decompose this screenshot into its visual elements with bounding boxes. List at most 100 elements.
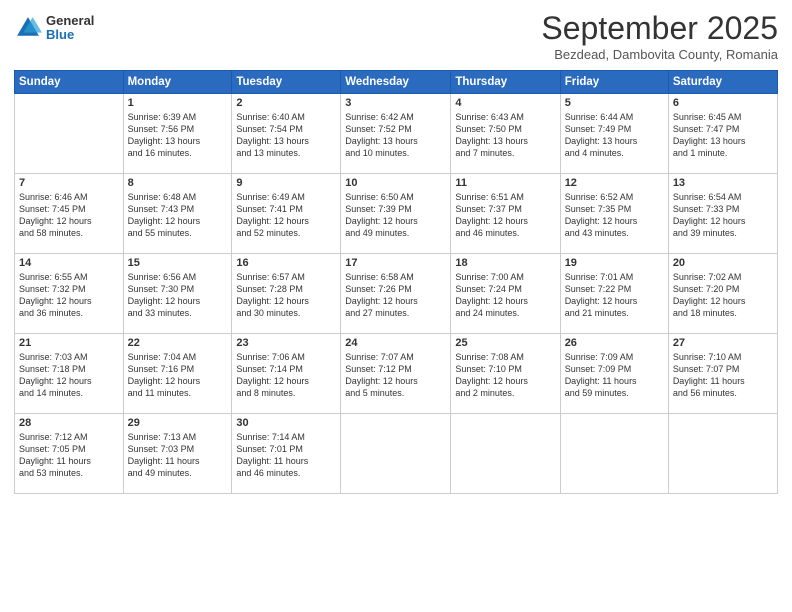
day-info: Sunrise: 6:48 AM Sunset: 7:43 PM Dayligh… bbox=[128, 191, 228, 240]
col-wednesday: Wednesday bbox=[341, 71, 451, 94]
table-row: 11 Sunrise: 6:51 AM Sunset: 7:37 PM Dayli… bbox=[451, 174, 560, 254]
day-info: Sunrise: 6:54 AM Sunset: 7:33 PM Dayligh… bbox=[673, 191, 773, 240]
table-row: 30 Sunrise: 7:14 AM Sunset: 7:01 PM Dayli… bbox=[232, 414, 341, 494]
day-info: Sunrise: 7:01 AM Sunset: 7:22 PM Dayligh… bbox=[565, 271, 664, 320]
day-info: Sunrise: 6:49 AM Sunset: 7:41 PM Dayligh… bbox=[236, 191, 336, 240]
logo: General Blue bbox=[14, 14, 94, 43]
day-number: 17 bbox=[345, 257, 446, 269]
table-row: 1 Sunrise: 6:39 AM Sunset: 7:56 PM Daylig… bbox=[123, 94, 232, 174]
calendar-week-row: 1 Sunrise: 6:39 AM Sunset: 7:56 PM Daylig… bbox=[15, 94, 778, 174]
day-number: 9 bbox=[236, 177, 336, 189]
logo-blue-text: Blue bbox=[46, 28, 94, 42]
day-number: 25 bbox=[455, 337, 555, 349]
calendar-table: Sunday Monday Tuesday Wednesday Thursday… bbox=[14, 70, 778, 494]
table-row: 5 Sunrise: 6:44 AM Sunset: 7:49 PM Daylig… bbox=[560, 94, 668, 174]
col-saturday: Saturday bbox=[668, 71, 777, 94]
day-info: Sunrise: 6:44 AM Sunset: 7:49 PM Dayligh… bbox=[565, 111, 664, 160]
day-info: Sunrise: 6:39 AM Sunset: 7:56 PM Dayligh… bbox=[128, 111, 228, 160]
day-number: 27 bbox=[673, 337, 773, 349]
day-number: 29 bbox=[128, 417, 228, 429]
day-info: Sunrise: 6:56 AM Sunset: 7:30 PM Dayligh… bbox=[128, 271, 228, 320]
day-info: Sunrise: 7:13 AM Sunset: 7:03 PM Dayligh… bbox=[128, 431, 228, 480]
logo-icon bbox=[14, 14, 42, 42]
day-info: Sunrise: 7:00 AM Sunset: 7:24 PM Dayligh… bbox=[455, 271, 555, 320]
table-row: 10 Sunrise: 6:50 AM Sunset: 7:39 PM Dayli… bbox=[341, 174, 451, 254]
table-row: 22 Sunrise: 7:04 AM Sunset: 7:16 PM Dayli… bbox=[123, 334, 232, 414]
table-row: 26 Sunrise: 7:09 AM Sunset: 7:09 PM Dayli… bbox=[560, 334, 668, 414]
table-row: 29 Sunrise: 7:13 AM Sunset: 7:03 PM Dayli… bbox=[123, 414, 232, 494]
table-row: 18Sunrise: 7:00 AM Sunset: 7:24 PM Dayli… bbox=[451, 254, 560, 334]
table-row: 24 Sunrise: 7:07 AM Sunset: 7:12 PM Dayli… bbox=[341, 334, 451, 414]
day-number: 24 bbox=[345, 337, 446, 349]
day-number: 2 bbox=[236, 97, 336, 109]
table-row bbox=[341, 414, 451, 494]
calendar-week-row: 14Sunrise: 6:55 AM Sunset: 7:32 PM Dayli… bbox=[15, 254, 778, 334]
day-number: 8 bbox=[128, 177, 228, 189]
table-row: 25Sunrise: 7:08 AM Sunset: 7:10 PM Dayli… bbox=[451, 334, 560, 414]
day-number: 26 bbox=[565, 337, 664, 349]
day-info: Sunrise: 6:51 AM Sunset: 7:37 PM Dayligh… bbox=[455, 191, 555, 240]
table-row: 6Sunrise: 6:45 AM Sunset: 7:47 PM Daylig… bbox=[668, 94, 777, 174]
col-monday: Monday bbox=[123, 71, 232, 94]
table-row: 17 Sunrise: 6:58 AM Sunset: 7:26 PM Dayli… bbox=[341, 254, 451, 334]
table-row: 27 Sunrise: 7:10 AM Sunset: 7:07 PM Dayli… bbox=[668, 334, 777, 414]
col-friday: Friday bbox=[560, 71, 668, 94]
day-info: Sunrise: 6:57 AM Sunset: 7:28 PM Dayligh… bbox=[236, 271, 336, 320]
day-info: Sunrise: 6:58 AM Sunset: 7:26 PM Dayligh… bbox=[345, 271, 446, 320]
calendar-week-row: 21Sunrise: 7:03 AM Sunset: 7:18 PM Dayli… bbox=[15, 334, 778, 414]
day-info: Sunrise: 6:40 AM Sunset: 7:54 PM Dayligh… bbox=[236, 111, 336, 160]
day-info: Sunrise: 6:55 AM Sunset: 7:32 PM Dayligh… bbox=[19, 271, 119, 320]
table-row: 8 Sunrise: 6:48 AM Sunset: 7:43 PM Daylig… bbox=[123, 174, 232, 254]
table-row: 15 Sunrise: 6:56 AM Sunset: 7:30 PM Dayli… bbox=[123, 254, 232, 334]
day-number: 12 bbox=[565, 177, 664, 189]
table-row: 9 Sunrise: 6:49 AM Sunset: 7:41 PM Daylig… bbox=[232, 174, 341, 254]
day-number: 11 bbox=[455, 177, 555, 189]
day-info: Sunrise: 7:12 AM Sunset: 7:05 PM Dayligh… bbox=[19, 431, 119, 480]
col-thursday: Thursday bbox=[451, 71, 560, 94]
table-row: 4Sunrise: 6:43 AM Sunset: 7:50 PM Daylig… bbox=[451, 94, 560, 174]
day-number: 30 bbox=[236, 417, 336, 429]
day-info: Sunrise: 7:06 AM Sunset: 7:14 PM Dayligh… bbox=[236, 351, 336, 400]
day-info: Sunrise: 7:03 AM Sunset: 7:18 PM Dayligh… bbox=[19, 351, 119, 400]
table-row: 12Sunrise: 6:52 AM Sunset: 7:35 PM Dayli… bbox=[560, 174, 668, 254]
day-number: 6 bbox=[673, 97, 773, 109]
page: General Blue September 2025 Bezdead, Dam… bbox=[0, 0, 792, 612]
day-number: 1 bbox=[128, 97, 228, 109]
day-info: Sunrise: 7:14 AM Sunset: 7:01 PM Dayligh… bbox=[236, 431, 336, 480]
col-tuesday: Tuesday bbox=[232, 71, 341, 94]
day-info: Sunrise: 7:04 AM Sunset: 7:16 PM Dayligh… bbox=[128, 351, 228, 400]
table-row bbox=[451, 414, 560, 494]
logo-text: General Blue bbox=[46, 14, 94, 43]
calendar-header-row: Sunday Monday Tuesday Wednesday Thursday… bbox=[15, 71, 778, 94]
table-row: 16 Sunrise: 6:57 AM Sunset: 7:28 PM Dayli… bbox=[232, 254, 341, 334]
day-number: 15 bbox=[128, 257, 228, 269]
day-number: 10 bbox=[345, 177, 446, 189]
day-number: 22 bbox=[128, 337, 228, 349]
table-row: 19 Sunrise: 7:01 AM Sunset: 7:22 PM Dayli… bbox=[560, 254, 668, 334]
day-info: Sunrise: 7:10 AM Sunset: 7:07 PM Dayligh… bbox=[673, 351, 773, 400]
day-number: 19 bbox=[565, 257, 664, 269]
table-row: 13Sunrise: 6:54 AM Sunset: 7:33 PM Dayli… bbox=[668, 174, 777, 254]
day-info: Sunrise: 6:50 AM Sunset: 7:39 PM Dayligh… bbox=[345, 191, 446, 240]
day-info: Sunrise: 6:46 AM Sunset: 7:45 PM Dayligh… bbox=[19, 191, 119, 240]
table-row bbox=[668, 414, 777, 494]
table-row: 14Sunrise: 6:55 AM Sunset: 7:32 PM Dayli… bbox=[15, 254, 124, 334]
month-title: September 2025 bbox=[541, 10, 778, 47]
calendar-week-row: 28 Sunrise: 7:12 AM Sunset: 7:05 PM Dayli… bbox=[15, 414, 778, 494]
day-number: 23 bbox=[236, 337, 336, 349]
table-row bbox=[15, 94, 124, 174]
day-info: Sunrise: 6:42 AM Sunset: 7:52 PM Dayligh… bbox=[345, 111, 446, 160]
table-row: 21Sunrise: 7:03 AM Sunset: 7:18 PM Dayli… bbox=[15, 334, 124, 414]
title-area: September 2025 Bezdead, Dambovita County… bbox=[541, 10, 778, 62]
day-number: 20 bbox=[673, 257, 773, 269]
day-info: Sunrise: 7:02 AM Sunset: 7:20 PM Dayligh… bbox=[673, 271, 773, 320]
col-sunday: Sunday bbox=[15, 71, 124, 94]
day-number: 5 bbox=[565, 97, 664, 109]
day-info: Sunrise: 7:09 AM Sunset: 7:09 PM Dayligh… bbox=[565, 351, 664, 400]
day-info: Sunrise: 7:07 AM Sunset: 7:12 PM Dayligh… bbox=[345, 351, 446, 400]
table-row: 20 Sunrise: 7:02 AM Sunset: 7:20 PM Dayli… bbox=[668, 254, 777, 334]
day-number: 28 bbox=[19, 417, 119, 429]
calendar-week-row: 7 Sunrise: 6:46 AM Sunset: 7:45 PM Daylig… bbox=[15, 174, 778, 254]
day-number: 16 bbox=[236, 257, 336, 269]
day-number: 7 bbox=[19, 177, 119, 189]
